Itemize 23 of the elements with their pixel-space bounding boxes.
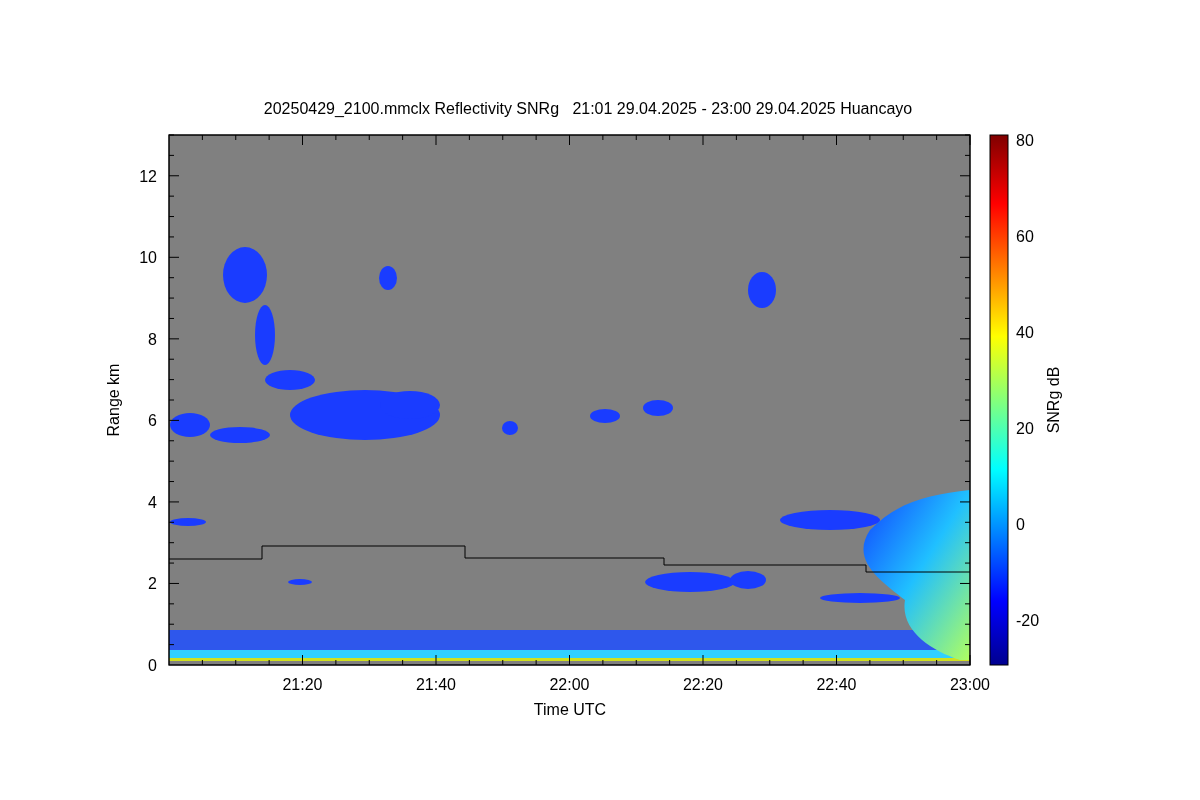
y-tick-label: 2 [148,575,157,593]
x-tick-label: 23:00 [950,676,990,693]
color-scale-tick-label: 20 [1016,419,1034,437]
color-scale-tick-label: 60 [1016,227,1034,245]
x-axis-label: Time UTC [533,701,607,718]
y-tick-label: 10 [139,249,157,267]
color-scale-tick-label: 40 [1016,323,1034,341]
y-axis-label: Range km [105,363,122,437]
y-tick-label: 4 [148,493,157,511]
x-tick-label: 21:20 [282,676,323,693]
color-scale-tick-label: 0 [1016,515,1025,533]
x-tick-label: 21:40 [416,676,456,693]
y-tick-label: 8 [148,330,157,348]
plot-title: 20250429_2100.mmclx Reflectivity SNRg 21:01 29.04.2025 - 23:00 29.04.2025 Huancayo [263,100,913,117]
color-scale-tick-label: 80 [1016,131,1034,149]
x-tick-label: 22:20 [683,676,723,693]
color-scale-tick-label: -20 [1016,611,1040,629]
y-tick-label: 0 [148,657,157,674]
y-tick-label: 6 [148,412,157,430]
x-tick-label: 22:00 [549,676,590,693]
x-tick-label: 22:40 [816,676,857,693]
y-tick-label: 12 [139,167,157,185]
color-scale-label: SNRg dB [1045,366,1062,434]
